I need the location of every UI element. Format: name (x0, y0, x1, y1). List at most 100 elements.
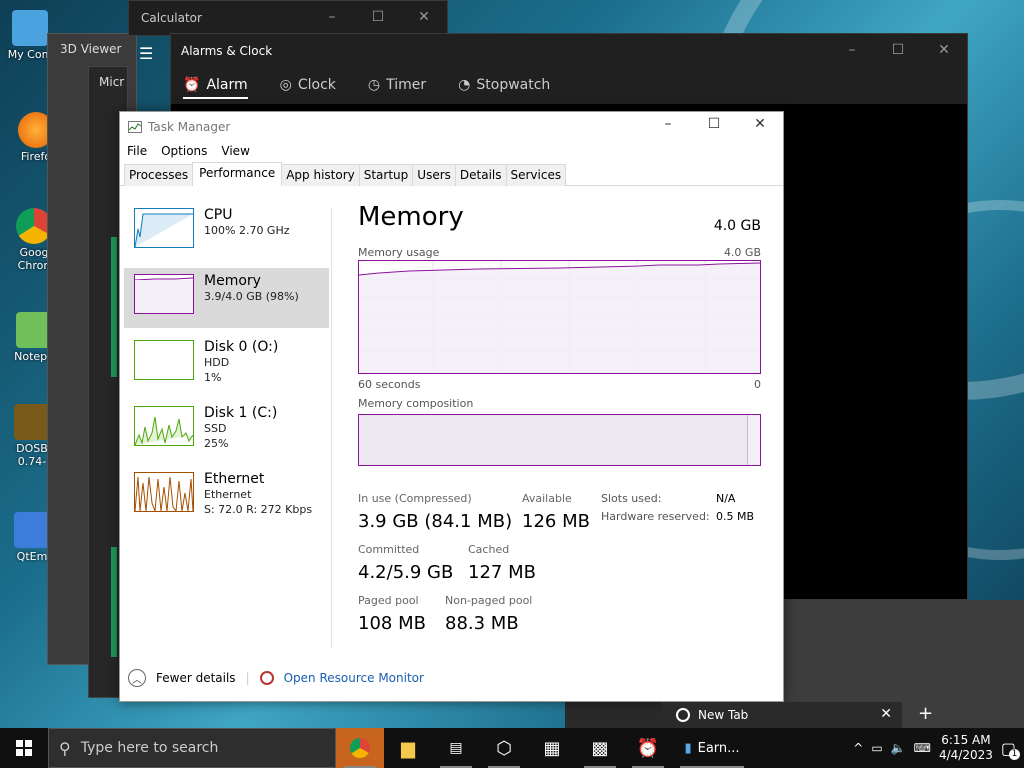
system-tray: ^ ▭ 🔈 ⌨ 6:15 AM 4/4/2023 ▢ 1 (853, 728, 1024, 768)
close-tab-icon[interactable]: ✕ (880, 706, 892, 722)
page-title: Memory (358, 202, 464, 232)
close-icon[interactable]: ✕ (401, 9, 447, 25)
stat-nonpaged-pool: Non-paged pool 88.3 MB (445, 594, 533, 634)
memory-composition-label: Memory composition (358, 397, 474, 410)
search-icon: ⚲ (59, 738, 71, 758)
chevron-up-icon[interactable]: ︿ (128, 669, 146, 687)
tab-processes[interactable]: Processes (124, 164, 194, 186)
chevron-up-icon[interactable]: ^ (853, 741, 863, 755)
alarm-clock-icon: ⏰ (636, 737, 660, 759)
minimize-icon[interactable]: – (829, 42, 875, 58)
memory-usage-graph (358, 260, 761, 374)
taskbar: ⚲ Type here to search ▆ ▤ ⬡ ▦ ▩ ⏰ ▮ Earn… (0, 728, 1024, 768)
sidebar-item-ethernet[interactable]: Ethernet Ethernet S: 72.0 R: 272 Kbps (124, 466, 329, 526)
volume-icon[interactable]: 🔈 (891, 741, 906, 755)
taskbar-task-manager[interactable]: ▤ (432, 728, 480, 768)
notification-icon[interactable]: ▢ 1 (1001, 739, 1020, 760)
tab-details[interactable]: Details (454, 164, 507, 186)
task-manager-titlebar: Task Manager (128, 120, 230, 134)
network-icon[interactable]: ▭ (871, 741, 882, 755)
globe-icon: ◎ (279, 77, 292, 93)
taskbar-clock[interactable]: 6:15 AM 4/4/2023 (939, 733, 993, 763)
minimize-icon[interactable]: – (645, 116, 691, 132)
chrome-icon (350, 738, 370, 758)
maximize-icon[interactable]: ☐ (875, 42, 921, 58)
axis-left-label: 60 seconds (358, 378, 421, 391)
document-icon: ▮ (684, 740, 692, 756)
menu-options[interactable]: Options (161, 144, 207, 158)
hardware-reserved-label: Hardware reserved: (601, 510, 710, 523)
memory-usage-label: Memory usage (358, 246, 440, 259)
menu-bar: File Options View (127, 144, 250, 158)
task-manager-window[interactable]: Task Manager – ☐ ✕ File Options View Pro… (119, 111, 784, 702)
folder-icon: ▆ (401, 737, 415, 759)
dosbox-icon (14, 404, 50, 440)
tab-performance[interactable]: Performance (192, 162, 283, 186)
tab-startup[interactable]: Startup (358, 164, 414, 186)
background-window-strip-2 (565, 702, 665, 728)
tab-stopwatch[interactable]: ◔ Stopwatch (458, 77, 550, 93)
timer-icon: ◷ (367, 77, 381, 93)
sidebar-item-memory[interactable]: Memory 3.9/4.0 GB (98%) (124, 268, 329, 328)
tab-clock[interactable]: ◎ Clock (280, 77, 336, 93)
taskbar-calculator[interactable]: ▩ (576, 728, 624, 768)
taskbar-store[interactable]: ▦ (528, 728, 576, 768)
alarms-header: Alarms & Clock – ☐ ✕ ⏰ Alarm ◎ Clock ◷ Time… (171, 34, 967, 104)
performance-sidebar: CPU 100% 2.70 GHz Memory 3.9/4.0 GB (98%… (124, 202, 329, 532)
keyboard-icon[interactable]: ⌨ (914, 741, 931, 755)
stat-committed: Committed 4.2/5.9 GB (358, 543, 454, 583)
start-button[interactable] (0, 728, 48, 768)
stat-in-use: In use (Compressed) 3.9 GB (84.1 MB) (358, 492, 513, 532)
new-tab-plus-icon[interactable]: + (918, 703, 933, 724)
alarms-tabs: ⏰ Alarm ◎ Clock ◷ Timer ◔ Stopwatch (183, 77, 550, 99)
memory-total: 4.0 GB (713, 218, 761, 234)
new-tab-chip[interactable]: New Tab ✕ (662, 702, 902, 728)
tab-app-history[interactable]: App history (281, 164, 360, 186)
memory-thumbnail (134, 274, 194, 314)
slots-used-label: Slots used: (601, 492, 662, 505)
close-icon[interactable]: ✕ (737, 116, 783, 132)
calculator-title: Calculator (141, 11, 202, 25)
calculator-icon: ▩ (591, 737, 609, 759)
calculator-window[interactable]: Calculator – ☐ ✕ (128, 0, 448, 36)
sidebar-item-disk0[interactable]: Disk 0 (O:) HDD 1% (124, 334, 329, 394)
sidebar-item-cpu[interactable]: CPU 100% 2.70 GHz (124, 202, 329, 262)
chrome-icon (676, 708, 690, 722)
taskbar-alarms[interactable]: ⏰ (624, 728, 672, 768)
alarm-icon: ⏰ (183, 77, 201, 93)
memory-composition-bar (358, 414, 761, 466)
resource-monitor-icon (259, 671, 274, 685)
taskbar-document[interactable]: ▮ Earn... (672, 728, 752, 768)
minimize-icon[interactable]: – (309, 9, 355, 25)
taskbar-file-explorer[interactable]: ▆ (384, 728, 432, 768)
maximize-icon[interactable]: ☐ (691, 116, 737, 132)
menu-file[interactable]: File (127, 144, 147, 158)
slots-used-value: N/A (716, 492, 736, 505)
close-icon[interactable]: ✕ (921, 42, 967, 58)
open-resource-monitor-link[interactable]: Open Resource Monitor (284, 671, 424, 685)
tab-services[interactable]: Services (505, 164, 567, 186)
fewer-details-link[interactable]: Fewer details (156, 671, 236, 685)
tab-users[interactable]: Users (412, 164, 456, 186)
tm-tabs: Processes Performance App history Startu… (124, 162, 567, 186)
alarms-title: Alarms & Clock (181, 44, 273, 58)
menu-view[interactable]: View (221, 144, 249, 158)
green-bar (111, 237, 117, 377)
maximize-icon[interactable]: ☐ (355, 9, 401, 25)
ethernet-thumbnail (134, 472, 194, 513)
stat-available: Available 126 MB (522, 492, 590, 532)
taskbar-search[interactable]: ⚲ Type here to search (48, 728, 336, 768)
hamburger-menu-icon[interactable]: ☰ (139, 44, 153, 63)
taskbar-chrome[interactable] (336, 728, 384, 768)
computer-icon (12, 10, 48, 46)
ms-title: Micr (99, 75, 125, 89)
tab-alarm[interactable]: ⏰ Alarm (183, 77, 248, 99)
stopwatch-icon: ◔ (458, 77, 471, 93)
green-bar (111, 547, 117, 657)
disk1-thumbnail (134, 406, 194, 446)
taskbar-3d-viewer[interactable]: ⬡ (480, 728, 528, 768)
disk0-thumbnail (134, 340, 194, 380)
cube-icon: ⬡ (496, 737, 512, 759)
sidebar-item-disk1[interactable]: Disk 1 (C:) SSD 25% (124, 400, 329, 460)
tab-timer[interactable]: ◷ Timer (368, 77, 426, 93)
